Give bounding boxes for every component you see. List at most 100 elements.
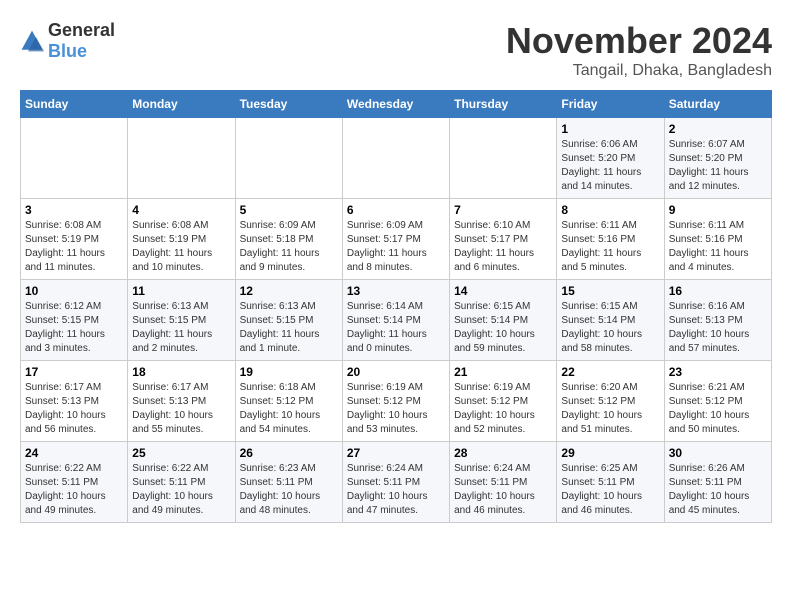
day-number: 11 — [132, 284, 230, 298]
calendar-table: Sunday Monday Tuesday Wednesday Thursday… — [20, 90, 772, 523]
calendar-cell: 21 Sunrise: 6:19 AM Sunset: 5:12 PM Dayli… — [450, 361, 557, 442]
day-number: 18 — [132, 365, 230, 379]
day-number: 14 — [454, 284, 552, 298]
day-info: Sunrise: 6:07 AM Sunset: 5:20 PM Dayligh… — [669, 138, 767, 194]
header-thursday: Thursday — [450, 91, 557, 118]
calendar-cell: 10Sunrise: 6:12 AM Sunset: 5:15 PM Dayli… — [21, 280, 128, 361]
calendar-cell: 6Sunrise: 6:09 AM Sunset: 5:17 PM Daylig… — [342, 199, 449, 280]
day-info: Sunrise: 6:24 AM Sunset: 5:11 PM Dayligh… — [347, 462, 445, 518]
day-info: Sunrise: 6:19 AM Sunset: 5:12 PM Dayligh… — [454, 381, 552, 437]
location-title: Tangail, Dhaka, Bangladesh — [506, 62, 772, 80]
calendar-cell: 22 Sunrise: 6:20 AM Sunset: 5:12 PM Dayli… — [557, 361, 664, 442]
header-tuesday: Tuesday — [235, 91, 342, 118]
day-info: Sunrise: 6:19 AM Sunset: 5:12 PM Dayligh… — [347, 381, 445, 437]
day-info: Sunrise: 6:22 AM Sunset: 5:11 PM Dayligh… — [25, 462, 123, 518]
day-info: Sunrise: 6:06 AM Sunset: 5:20 PM Dayligh… — [561, 138, 659, 194]
calendar-cell: 30 Sunrise: 6:26 AM Sunset: 5:11 PM Dayli… — [664, 442, 771, 523]
header-saturday: Saturday — [664, 91, 771, 118]
day-info: Sunrise: 6:16 AM Sunset: 5:13 PM Dayligh… — [669, 300, 767, 356]
calendar-cell: 27Sunrise: 6:24 AM Sunset: 5:11 PM Dayli… — [342, 442, 449, 523]
day-number: 4 — [132, 203, 230, 217]
logo-general: General — [48, 20, 115, 40]
calendar-week-1: 3 Sunrise: 6:08 AM Sunset: 5:19 PM Daylig… — [21, 199, 772, 280]
day-number: 7 — [454, 203, 552, 217]
day-number: 15 — [561, 284, 659, 298]
header-monday: Monday — [128, 91, 235, 118]
day-number: 2 — [669, 122, 767, 136]
day-number: 19 — [240, 365, 338, 379]
calendar-cell — [450, 118, 557, 199]
calendar-week-0: 1 Sunrise: 6:06 AM Sunset: 5:20 PM Daylig… — [21, 118, 772, 199]
calendar-cell: 4 Sunrise: 6:08 AM Sunset: 5:19 PM Daylig… — [128, 199, 235, 280]
calendar-cell: 18 Sunrise: 6:17 AM Sunset: 5:13 PM Dayli… — [128, 361, 235, 442]
calendar-cell: 14 Sunrise: 6:15 AM Sunset: 5:14 PM Dayli… — [450, 280, 557, 361]
calendar-cell: 19 Sunrise: 6:18 AM Sunset: 5:12 PM Dayli… — [235, 361, 342, 442]
day-info: Sunrise: 6:22 AM Sunset: 5:11 PM Dayligh… — [132, 462, 230, 518]
day-info: Sunrise: 6:12 AM Sunset: 5:15 PM Dayligh… — [25, 300, 123, 356]
day-info: Sunrise: 6:20 AM Sunset: 5:12 PM Dayligh… — [561, 381, 659, 437]
logo: General Blue — [20, 20, 115, 62]
day-info: Sunrise: 6:09 AM Sunset: 5:17 PM Dayligh… — [347, 219, 445, 275]
calendar-cell: 29 Sunrise: 6:25 AM Sunset: 5:11 PM Dayli… — [557, 442, 664, 523]
month-title: November 2024 — [506, 20, 772, 62]
day-info: Sunrise: 6:11 AM Sunset: 5:16 PM Dayligh… — [669, 219, 767, 275]
calendar-cell: 23Sunrise: 6:21 AM Sunset: 5:12 PM Dayli… — [664, 361, 771, 442]
calendar-cell: 3Sunrise: 6:08 AM Sunset: 5:19 PM Daylig… — [21, 199, 128, 280]
calendar-cell: 24Sunrise: 6:22 AM Sunset: 5:11 PM Dayli… — [21, 442, 128, 523]
day-info: Sunrise: 6:17 AM Sunset: 5:13 PM Dayligh… — [132, 381, 230, 437]
calendar-cell: 20 Sunrise: 6:19 AM Sunset: 5:12 PM Dayli… — [342, 361, 449, 442]
logo-blue: Blue — [48, 41, 87, 61]
calendar-cell: 17Sunrise: 6:17 AM Sunset: 5:13 PM Dayli… — [21, 361, 128, 442]
day-info: Sunrise: 6:08 AM Sunset: 5:19 PM Dayligh… — [132, 219, 230, 275]
day-info: Sunrise: 6:24 AM Sunset: 5:11 PM Dayligh… — [454, 462, 552, 518]
day-number: 20 — [347, 365, 445, 379]
day-number: 5 — [240, 203, 338, 217]
day-number: 30 — [669, 446, 767, 460]
day-number: 3 — [25, 203, 123, 217]
day-info: Sunrise: 6:14 AM Sunset: 5:14 PM Dayligh… — [347, 300, 445, 356]
day-info: Sunrise: 6:17 AM Sunset: 5:13 PM Dayligh… — [25, 381, 123, 437]
weekday-header-row: Sunday Monday Tuesday Wednesday Thursday… — [21, 91, 772, 118]
day-info: Sunrise: 6:15 AM Sunset: 5:14 PM Dayligh… — [561, 300, 659, 356]
day-number: 8 — [561, 203, 659, 217]
calendar-cell: 25 Sunrise: 6:22 AM Sunset: 5:11 PM Dayli… — [128, 442, 235, 523]
calendar-cell — [235, 118, 342, 199]
calendar-cell: 15 Sunrise: 6:15 AM Sunset: 5:14 PM Dayli… — [557, 280, 664, 361]
day-info: Sunrise: 6:13 AM Sunset: 5:15 PM Dayligh… — [240, 300, 338, 356]
day-number: 23 — [669, 365, 767, 379]
header-wednesday: Wednesday — [342, 91, 449, 118]
day-number: 22 — [561, 365, 659, 379]
calendar-cell — [21, 118, 128, 199]
day-info: Sunrise: 6:13 AM Sunset: 5:15 PM Dayligh… — [132, 300, 230, 356]
calendar-cell: 12Sunrise: 6:13 AM Sunset: 5:15 PM Dayli… — [235, 280, 342, 361]
day-number: 13 — [347, 284, 445, 298]
calendar-cell — [128, 118, 235, 199]
calendar-cell: 16Sunrise: 6:16 AM Sunset: 5:13 PM Dayli… — [664, 280, 771, 361]
day-info: Sunrise: 6:25 AM Sunset: 5:11 PM Dayligh… — [561, 462, 659, 518]
day-info: Sunrise: 6:09 AM Sunset: 5:18 PM Dayligh… — [240, 219, 338, 275]
calendar-body: 1 Sunrise: 6:06 AM Sunset: 5:20 PM Daylig… — [21, 118, 772, 523]
day-number: 21 — [454, 365, 552, 379]
calendar-cell: 5 Sunrise: 6:09 AM Sunset: 5:18 PM Daylig… — [235, 199, 342, 280]
calendar-cell — [342, 118, 449, 199]
calendar-cell: 26Sunrise: 6:23 AM Sunset: 5:11 PM Dayli… — [235, 442, 342, 523]
day-info: Sunrise: 6:26 AM Sunset: 5:11 PM Dayligh… — [669, 462, 767, 518]
title-area: November 2024 Tangail, Dhaka, Bangladesh — [506, 20, 772, 80]
calendar-cell: 9Sunrise: 6:11 AM Sunset: 5:16 PM Daylig… — [664, 199, 771, 280]
day-info: Sunrise: 6:15 AM Sunset: 5:14 PM Dayligh… — [454, 300, 552, 356]
day-info: Sunrise: 6:23 AM Sunset: 5:11 PM Dayligh… — [240, 462, 338, 518]
calendar-cell: 11 Sunrise: 6:13 AM Sunset: 5:15 PM Dayli… — [128, 280, 235, 361]
day-number: 29 — [561, 446, 659, 460]
calendar-cell: 7 Sunrise: 6:10 AM Sunset: 5:17 PM Daylig… — [450, 199, 557, 280]
logo-text: General Blue — [48, 20, 115, 62]
header-friday: Friday — [557, 91, 664, 118]
calendar-cell: 13 Sunrise: 6:14 AM Sunset: 5:14 PM Dayli… — [342, 280, 449, 361]
calendar-cell: 2 Sunrise: 6:07 AM Sunset: 5:20 PM Daylig… — [664, 118, 771, 199]
logo-icon — [20, 29, 44, 53]
day-number: 25 — [132, 446, 230, 460]
day-number: 1 — [561, 122, 659, 136]
day-info: Sunrise: 6:11 AM Sunset: 5:16 PM Dayligh… — [561, 219, 659, 275]
day-info: Sunrise: 6:10 AM Sunset: 5:17 PM Dayligh… — [454, 219, 552, 275]
day-info: Sunrise: 6:18 AM Sunset: 5:12 PM Dayligh… — [240, 381, 338, 437]
calendar-cell: 8 Sunrise: 6:11 AM Sunset: 5:16 PM Daylig… — [557, 199, 664, 280]
